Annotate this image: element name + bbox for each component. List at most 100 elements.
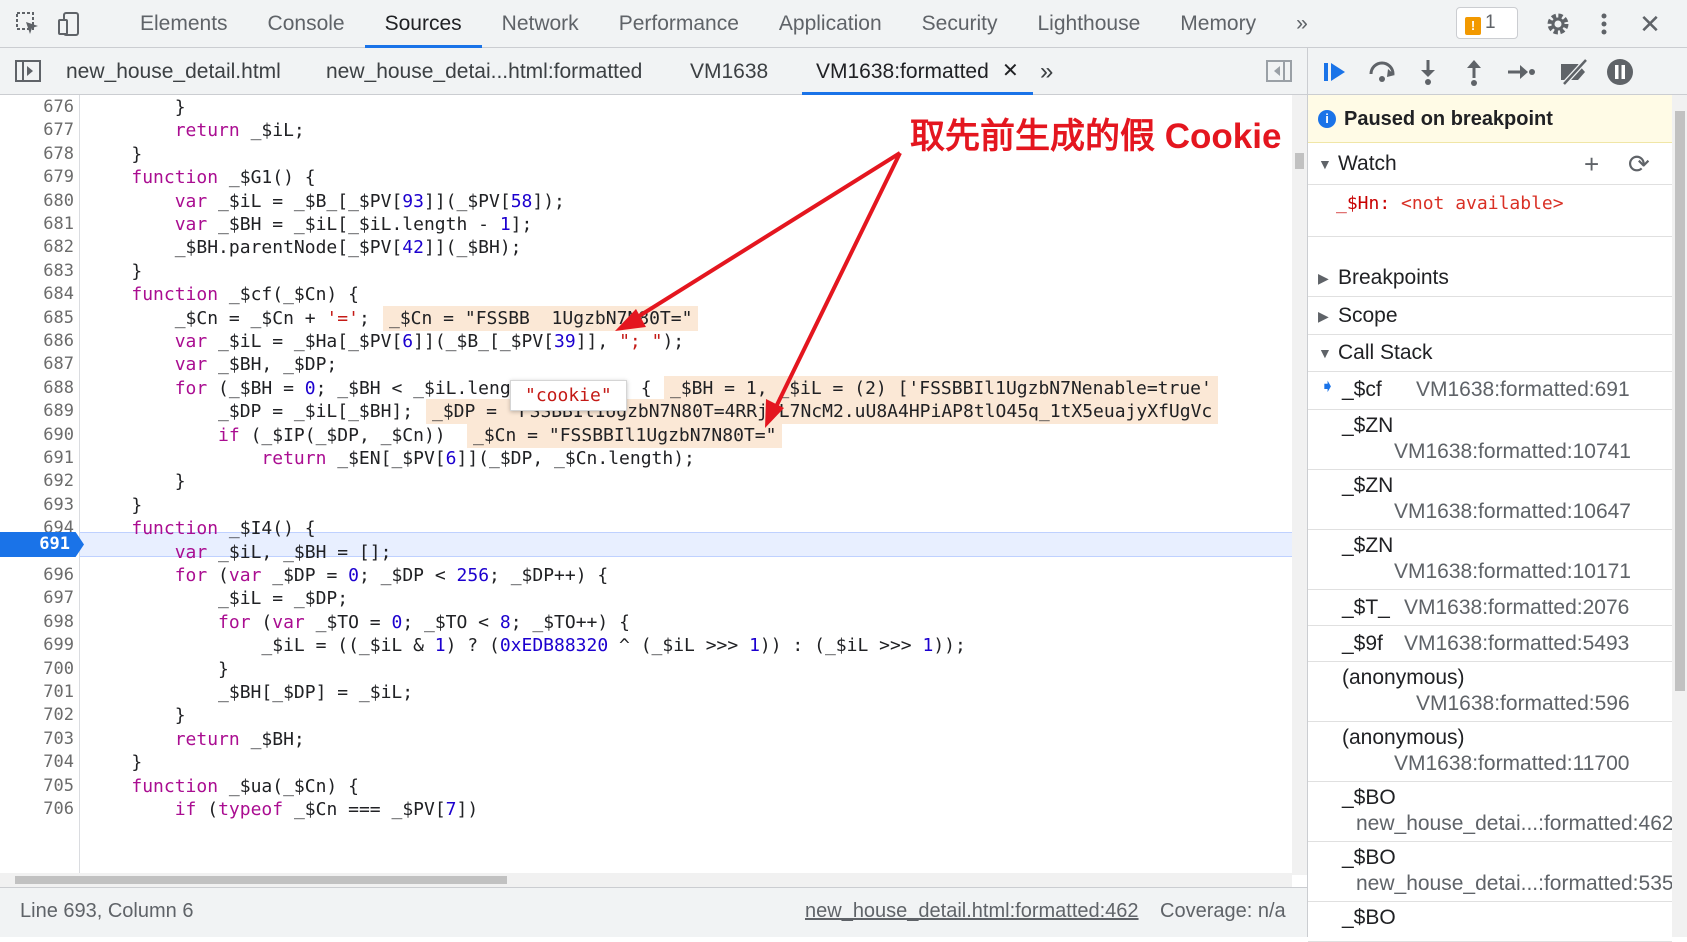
frame-function-name: (anonymous) — [1342, 726, 1465, 749]
call-frame[interactable]: _$BO new_house_detai...:formatted:462 — [1308, 782, 1674, 842]
call-frame[interactable]: _$ZN VM1638:formatted:10171 — [1308, 530, 1672, 590]
watch-expression-name: _$Hn: — [1336, 193, 1391, 214]
step-icon[interactable] — [1504, 56, 1536, 88]
toggle-debugger-sidebar-icon[interactable] — [1265, 58, 1293, 84]
annotation-text: 取先前生成的假 Cookie — [910, 117, 1282, 156]
frame-function-name: _$ZN — [1342, 414, 1394, 437]
file-tabs-bar: new_house_detail.html new_house_detai...… — [0, 48, 1307, 95]
frame-function-name: _$BO — [1342, 786, 1396, 809]
tab-network[interactable]: Network — [482, 0, 599, 48]
call-frame[interactable]: ➧ _$cf VM1638:formatted:691 — [1308, 372, 1672, 410]
deactivate-breakpoints-icon[interactable] — [1558, 56, 1590, 88]
debugger-controls — [1308, 48, 1687, 95]
annotation-arrows — [615, 151, 902, 428]
frame-location: VM1638:formatted:2076 — [1404, 596, 1630, 619]
file-tab-label: VM1638:formatted — [816, 60, 989, 83]
call-frame[interactable]: _$BO — [1308, 902, 1672, 942]
file-tab-vm1638[interactable]: VM1638 — [690, 48, 768, 95]
file-tab-new-house-detail[interactable]: new_house_detail.html — [66, 48, 281, 95]
tab-memory[interactable]: Memory — [1160, 0, 1276, 48]
call-frame[interactable]: (anonymous) VM1638:formatted:11700 — [1308, 722, 1672, 782]
watch-section-header[interactable]: ▼ Watch + ⟳ — [1308, 143, 1672, 185]
frame-function-name: _$cf — [1342, 378, 1382, 401]
refresh-icon[interactable]: ⟳ — [1628, 143, 1650, 185]
step-into-icon[interactable] — [1412, 56, 1444, 88]
current-frame-arrow-icon: ➧ — [1320, 376, 1336, 396]
editor-horizontal-scrollbar[interactable] — [0, 873, 1292, 887]
watch-label: Watch — [1338, 152, 1397, 175]
sidebar-scrollbar[interactable] — [1672, 95, 1687, 937]
frame-location: VM1638:formatted:10647 — [1394, 500, 1631, 523]
code-editor[interactable]: 676 677 678 679 680 681 682 683 684 685 686 687 688 6… — [0, 95, 1307, 875]
breakpoints-section-header[interactable]: ▶ Breakpoints — [1308, 259, 1672, 297]
add-watch-icon[interactable]: + — [1584, 143, 1599, 185]
frame-location: new_house_detai...:formatted:535 — [1356, 872, 1674, 895]
gear-icon[interactable] — [1544, 10, 1572, 38]
scrollbar-thumb[interactable] — [1675, 111, 1685, 691]
scrollbar-thumb[interactable] — [15, 876, 507, 884]
call-stack-section-header[interactable]: ▼ Call Stack — [1308, 334, 1672, 372]
frame-function-name: _$9f — [1342, 632, 1383, 655]
scrollbar-thumb[interactable] — [1295, 153, 1304, 169]
source-map-link[interactable]: new_house_detail.html:formatted:462 — [805, 900, 1139, 923]
panel-tabs: Elements Console Sources Network Perform… — [120, 0, 1328, 48]
cursor-position: Line 693, Column 6 — [20, 900, 194, 922]
call-stack-label: Call Stack — [1338, 341, 1433, 364]
frame-function-name: _$BO — [1342, 906, 1396, 929]
editor-vertical-scrollbar[interactable] — [1292, 95, 1307, 875]
more-tabs-button[interactable]: » — [1276, 0, 1328, 48]
frame-location: new_house_detai...:formatted:462 — [1356, 812, 1674, 835]
call-frame[interactable]: _$T_ VM1638:formatted:2076 — [1308, 590, 1672, 626]
tab-performance[interactable]: Performance — [599, 0, 759, 48]
more-files-button[interactable]: » — [1040, 48, 1053, 95]
resume-icon[interactable] — [1320, 56, 1352, 88]
frame-location: VM1638:formatted:596 — [1416, 692, 1630, 715]
step-over-icon[interactable] — [1366, 56, 1398, 88]
frame-location: VM1638:formatted:5493 — [1404, 632, 1630, 655]
tab-lighthouse[interactable]: Lighthouse — [1018, 0, 1161, 48]
file-tab-new-house-detail-formatted[interactable]: new_house_detai...html:formatted — [326, 48, 642, 95]
devtools-toolbar: Elements Console Sources Network Perform… — [0, 0, 1687, 48]
scope-section-header[interactable]: ▶ Scope — [1308, 297, 1672, 335]
tab-elements[interactable]: Elements — [120, 0, 248, 48]
debugger-sidebar: i Paused on breakpoint ▼ Watch + ⟳ _$Hn: … — [1307, 48, 1687, 942]
info-icon: i — [1318, 110, 1336, 128]
paused-text: Paused on breakpoint — [1344, 108, 1553, 130]
device-toolbar-icon[interactable] — [56, 10, 84, 38]
frame-function-name: _$BO — [1342, 846, 1396, 869]
paused-banner: i Paused on breakpoint — [1308, 95, 1672, 143]
inspect-element-icon[interactable] — [14, 10, 42, 38]
tab-application[interactable]: Application — [759, 0, 902, 48]
call-frame[interactable]: _$ZN VM1638:formatted:10647 — [1308, 470, 1672, 530]
call-frame[interactable]: _$9f VM1638:formatted:5493 — [1308, 626, 1672, 662]
status-bar: Line 693, Column 6 new_house_detail.html… — [0, 887, 1307, 937]
collapsed-triangle-icon: ▶ — [1318, 270, 1329, 286]
call-frame[interactable]: _$BO new_house_detai...:formatted:535 — [1308, 842, 1674, 902]
tab-console[interactable]: Console — [248, 0, 365, 48]
frame-location: VM1638:formatted:11700 — [1394, 752, 1630, 775]
toggle-navigator-icon[interactable] — [14, 58, 42, 84]
pause-on-exceptions-icon[interactable] — [1604, 56, 1636, 88]
tab-sources[interactable]: Sources — [364, 0, 482, 48]
close-devtools-button[interactable]: ✕ — [1636, 10, 1664, 38]
frame-function-name: _$ZN — [1342, 474, 1394, 497]
call-frame[interactable]: (anonymous) VM1638:formatted:596 — [1308, 662, 1672, 722]
coverage-status: Coverage: n/a — [1160, 900, 1286, 922]
frame-location: VM1638:formatted:10741 — [1394, 440, 1631, 463]
issues-counter-button[interactable]: ! 1 — [1456, 7, 1518, 39]
call-frame[interactable]: _$ZN VM1638:formatted:10741 — [1308, 410, 1672, 470]
file-tab-vm1638-formatted[interactable]: VM1638:formatted ✕ — [802, 48, 1033, 95]
kebab-menu-icon[interactable] — [1590, 10, 1618, 38]
frame-function-name: _$ZN — [1342, 534, 1394, 557]
expanded-triangle-icon: ▼ — [1318, 156, 1332, 172]
watch-expression-value: <not available> — [1401, 193, 1564, 214]
frame-location: VM1638:formatted:691 — [1416, 378, 1630, 401]
issue-flag-icon: ! — [1465, 17, 1481, 35]
collapsed-triangle-icon: ▶ — [1318, 308, 1329, 324]
issues-count: 1 — [1485, 12, 1496, 33]
expanded-triangle-icon: ▼ — [1318, 345, 1332, 361]
close-tab-icon[interactable]: ✕ — [1002, 48, 1019, 95]
step-out-icon[interactable] — [1458, 56, 1490, 88]
tab-security[interactable]: Security — [902, 0, 1018, 48]
watch-expression[interactable]: _$Hn: <not available> — [1308, 185, 1672, 237]
